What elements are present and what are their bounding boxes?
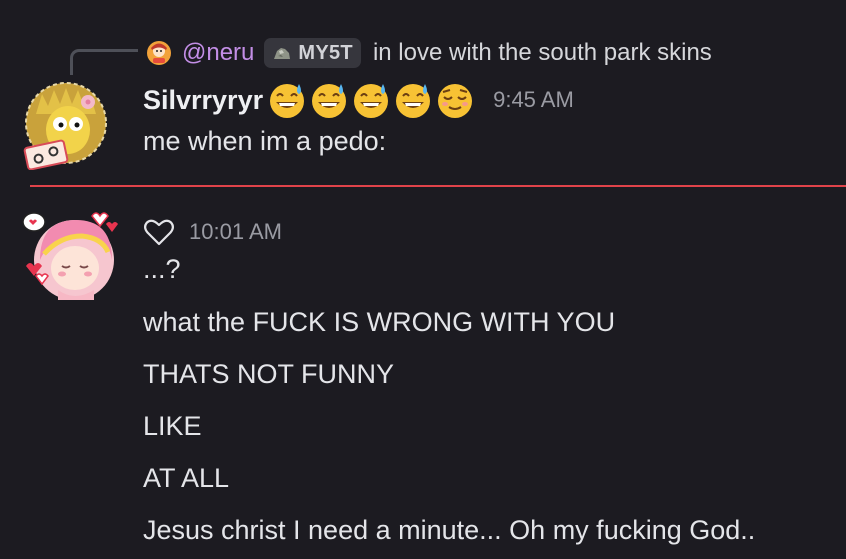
chat-view: @neru MY5T in love with the south park s… — [0, 0, 846, 559]
message-line: Jesus christ I need a minute... Oh my fu… — [143, 515, 756, 545]
message-text: me when im a pedo: — [143, 126, 387, 156]
message-line: ...? — [143, 254, 181, 284]
sweat-smile-emoji-icon — [270, 84, 305, 118]
sweat-smile-emoji-icon — [312, 84, 347, 118]
message-timestamp[interactable]: 10:01 AM — [189, 219, 282, 245]
reply-preview[interactable]: @neru MY5T in love with the south park s… — [146, 36, 712, 70]
avatar-silvrryryr[interactable] — [22, 80, 110, 170]
message-line: AT ALL — [143, 463, 230, 493]
message-line: what the FUCK IS WRONG WITH YOU — [143, 307, 616, 337]
sweat-smile-emoji-icon — [354, 84, 389, 118]
new-messages-divider — [30, 185, 846, 187]
boulder-icon — [274, 48, 291, 59]
guild-tag-label: MY5T — [298, 41, 353, 64]
heart-icon[interactable] — [143, 216, 175, 248]
reply-text[interactable]: in love with the south park skins — [373, 39, 712, 67]
message-header-compact: 10:01 AM — [143, 212, 282, 252]
reply-username[interactable]: @neru — [182, 39, 254, 67]
message-line: LIKE — [143, 411, 202, 441]
reply-spine — [70, 49, 138, 75]
avatar-user-2[interactable] — [20, 206, 120, 306]
username[interactable]: Silvrryryr — [143, 85, 263, 116]
reply-avatar[interactable] — [146, 40, 172, 66]
message-line: THATS NOT FUNNY — [143, 359, 395, 389]
message-timestamp[interactable]: 9:45 AM — [493, 87, 574, 113]
sweat-smile-emoji-icon — [396, 84, 431, 118]
guild-tag[interactable]: MY5T — [264, 38, 361, 68]
message-header: Silvrryryr 9:45 AM — [143, 80, 574, 120]
relieved-emoji-icon — [438, 84, 473, 118]
username-emojis — [267, 80, 475, 120]
